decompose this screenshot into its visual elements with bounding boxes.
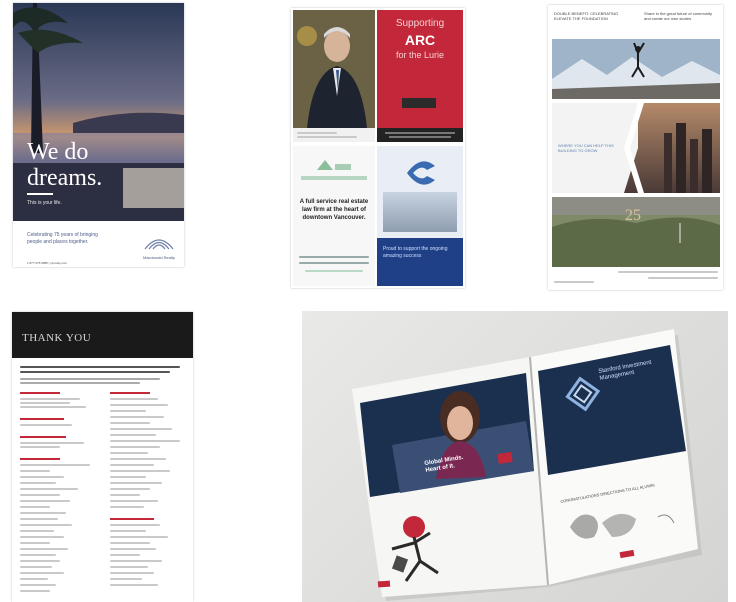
header-right-text: Share in the great future of community a… [644, 11, 713, 21]
man-portrait-photo [293, 10, 375, 128]
house-logo-icon [317, 160, 351, 170]
thank-you-header: THANK YOU [12, 312, 193, 358]
headline-underline [27, 193, 53, 195]
blue-support-panel: Proud to support the ongoing amazing suc… [377, 146, 463, 286]
ad-contact: 1.877.575.8888 | cjrrealty.com [27, 261, 68, 265]
macdonald-realty-logo-icon [144, 239, 174, 250]
portrait-caption-strip [293, 128, 375, 142]
red-panel-footer [377, 128, 463, 142]
red-panel-logo-box [402, 98, 436, 108]
building-photo [383, 192, 457, 232]
red-supporting-panel: Supporting ARC for the Lurie [377, 10, 463, 142]
anniversary-badge: 25 [625, 207, 641, 224]
sponsor-column-left [20, 392, 96, 602]
city-skyline-photo [624, 103, 720, 193]
ad-card-three-photo[interactable]: DOUBLE BENEFIT. CELEBRATING ELEVATE THE … [548, 5, 723, 290]
middle-block: WHERE YOU CAN HELP THIS BUILDING TO GROW [552, 103, 720, 193]
thank-you-page[interactable]: THANK YOU [12, 312, 193, 602]
blue-arrow-logo-icon [407, 161, 435, 185]
header-left-text: DOUBLE BENEFIT. CELEBRATING ELEVATE THE … [554, 11, 619, 21]
ad-body-text: Celebrating 75 years of bringing people … [27, 232, 98, 245]
blue-panel-text: Proud to support the ongoing amazing suc… [383, 246, 448, 259]
law-firm-panel: A full service real estate law firm at t… [293, 146, 375, 286]
portrait-panel [293, 10, 375, 142]
ad-card-four-panel[interactable]: Supporting ARC for the Lurie A full serv… [291, 8, 465, 288]
ad-card-we-do-dreams[interactable]: We do dreams. This is your life. Celebra… [13, 3, 184, 267]
brochure-photo[interactable]: Global Minds. Heart of It. Stanford Inve… [302, 311, 728, 602]
navy-footer-block: Proud to support the ongoing amazing suc… [377, 238, 463, 286]
law-firm-text: A full service real estate law firm at t… [299, 199, 369, 221]
ad-subline: This is your life. [27, 200, 62, 206]
open-brochure-illustration [352, 329, 702, 601]
red-panel-title-3: for the Lurie [395, 50, 445, 60]
red-panel-title-1: Supporting [395, 18, 445, 29]
ad-headline: We do dreams. [27, 139, 103, 191]
red-panel-title-2: ARC [404, 32, 436, 48]
sponsor-column-right [110, 392, 186, 602]
thank-you-title: THANK YOU [22, 332, 92, 344]
mid-text: WHERE YOU CAN HELP THIS BUILDING TO GROW [558, 143, 614, 153]
brand-name: Macdonald Realty [142, 255, 176, 260]
mountain-jump-photo [552, 39, 720, 99]
